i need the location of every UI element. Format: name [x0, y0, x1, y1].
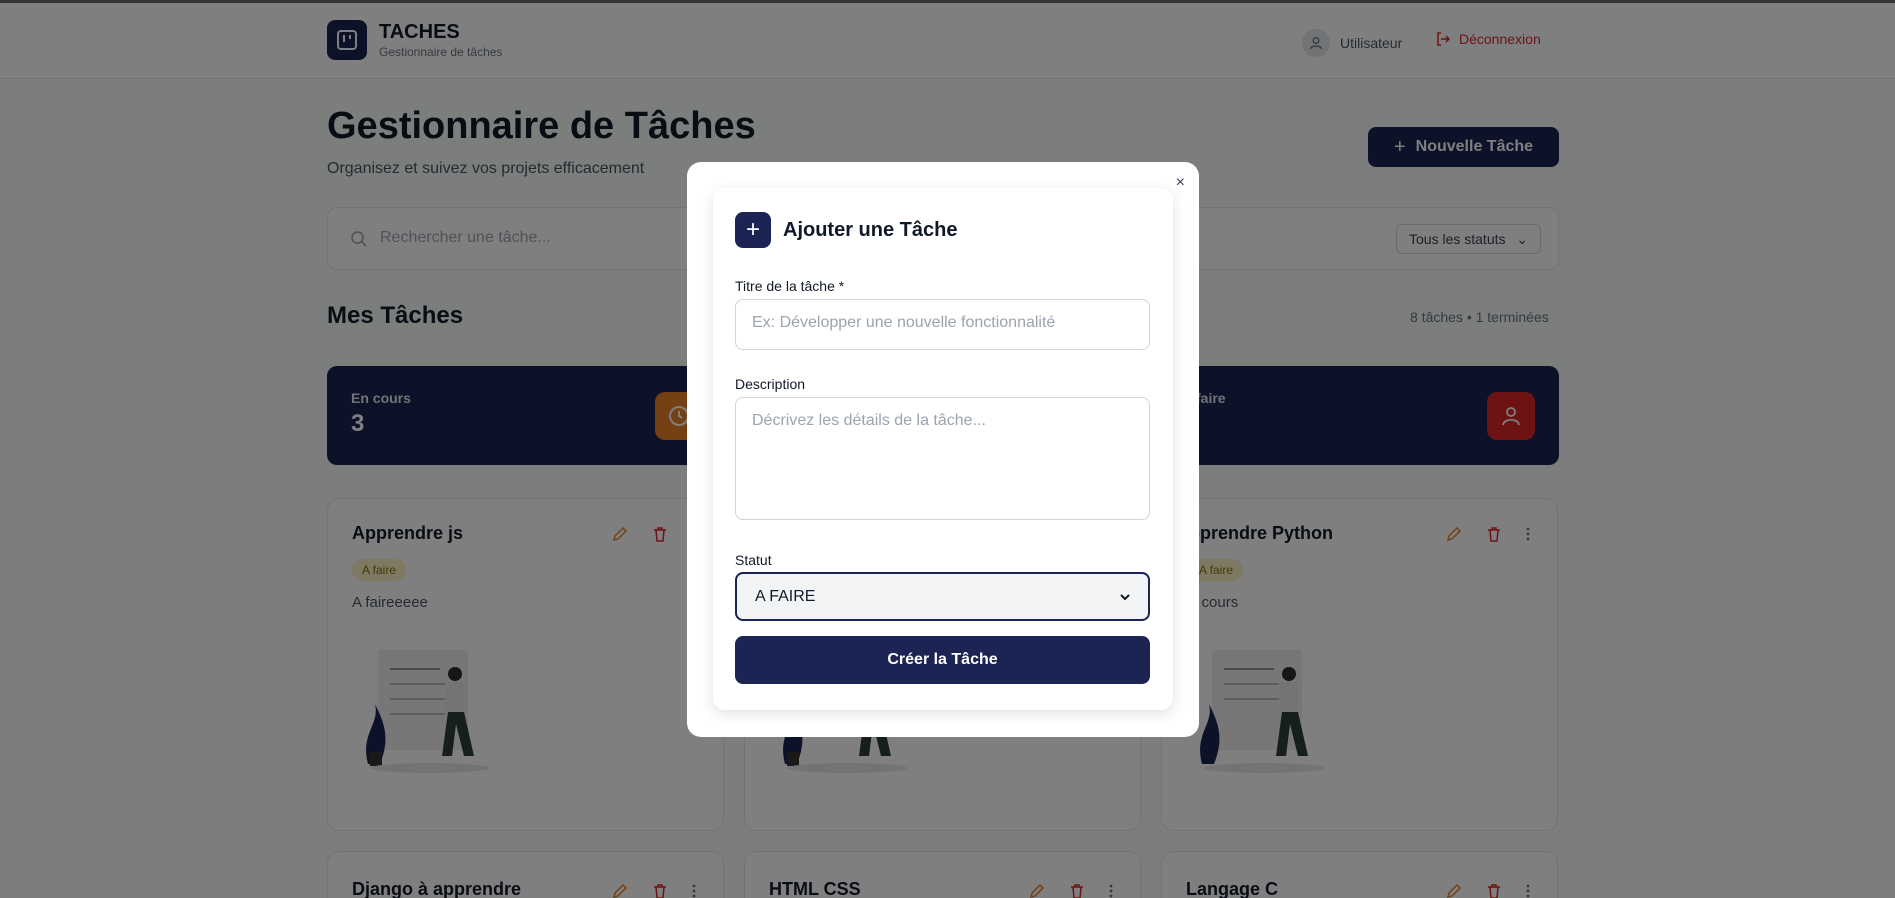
title-label: Titre de la tâche * — [735, 278, 845, 294]
task-description-textarea[interactable]: Décrivez les détails de la tâche... — [735, 397, 1150, 520]
description-label: Description — [735, 376, 806, 392]
modal-title: Ajouter une Tâche — [783, 218, 958, 241]
close-icon[interactable]: × — [1176, 174, 1185, 192]
add-task-modal: × + Ajouter une Tâche Titre de la tâche … — [687, 162, 1199, 737]
status-label: Statut — [735, 552, 772, 568]
create-task-button[interactable]: Créer la Tâche — [735, 636, 1150, 684]
chevron-down-icon — [1120, 593, 1130, 600]
status-select-value: A FAIRE — [755, 587, 816, 605]
plus-icon: + — [735, 212, 771, 248]
status-select[interactable]: A FAIRE — [735, 572, 1150, 621]
task-title-input[interactable]: Ex: Développer une nouvelle fonctionnali… — [735, 299, 1150, 350]
add-task-form: + Ajouter une Tâche Titre de la tâche * … — [713, 188, 1173, 710]
